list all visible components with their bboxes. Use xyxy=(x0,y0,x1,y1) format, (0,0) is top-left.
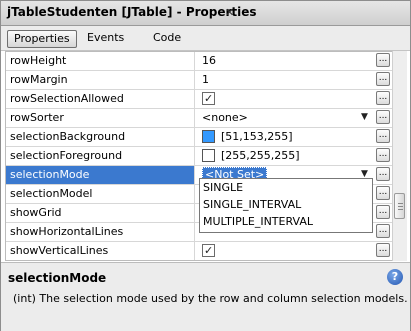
ellipsis-button[interactable]: ... xyxy=(376,167,390,181)
property-row-showverticallines[interactable]: showVerticalLines ✓ ... xyxy=(6,242,393,260)
close-icon[interactable]: ✕ xyxy=(225,6,234,19)
ellipsis-button[interactable]: ... xyxy=(376,224,390,238)
tab-code[interactable]: Code xyxy=(147,30,187,46)
property-name: rowMargin xyxy=(6,71,195,89)
ellipsis-button[interactable]: ... xyxy=(376,91,390,105)
property-value[interactable]: <none> xyxy=(196,109,372,127)
property-value[interactable]: [51,153,255] xyxy=(196,128,372,146)
property-name: rowSelectionAllowed xyxy=(6,90,195,108)
chevron-down-icon[interactable]: ▼ xyxy=(361,112,368,122)
grip-line xyxy=(398,203,403,204)
property-name: showGrid xyxy=(6,204,195,222)
checkbox[interactable]: ✓ xyxy=(202,91,215,105)
property-name: selectionBackground xyxy=(6,128,195,146)
property-row-rowmargin[interactable]: rowMargin 1 ... xyxy=(6,71,393,90)
color-swatch xyxy=(202,129,215,143)
property-name: selectionModel xyxy=(6,185,195,203)
window-title: jTableStudenten [JTable] - Properties xyxy=(7,5,257,19)
property-row-rowheight[interactable]: rowHeight 16 ... xyxy=(6,52,393,71)
ellipsis-button[interactable]: ... xyxy=(376,110,390,124)
dropdown-option-multiple-interval[interactable]: MULTIPLE_INTERVAL xyxy=(200,213,372,230)
property-value: ✓ xyxy=(196,90,372,108)
checkbox[interactable]: ✓ xyxy=(202,243,215,257)
property-value[interactable]: 16 xyxy=(196,52,372,70)
property-row-selectionbackground[interactable]: selectionBackground [51,153,255] ... xyxy=(6,128,393,147)
vertical-scrollbar[interactable] xyxy=(392,51,407,261)
ellipsis-button[interactable]: ... xyxy=(376,243,390,257)
tab-bar: Properties Events Code xyxy=(1,26,410,51)
grip-line xyxy=(398,209,403,210)
dropdown-option-single[interactable]: SINGLE xyxy=(200,179,372,196)
ellipsis-button[interactable]: ... xyxy=(376,205,390,219)
property-value[interactable]: [255,255,255] xyxy=(196,147,372,165)
property-name: rowHeight xyxy=(6,52,195,70)
property-row-selectionforeground[interactable]: selectionForeground [255,255,255] ... xyxy=(6,147,393,166)
ellipsis-button[interactable]: ... xyxy=(376,72,390,86)
tab-properties[interactable]: Properties xyxy=(7,30,77,48)
color-value: [255,255,255] xyxy=(221,149,300,162)
property-name: rowSorter xyxy=(6,109,195,127)
checkmark-icon: ✓ xyxy=(204,243,214,257)
description-panel: selectionMode (int) The selection mode u… xyxy=(1,262,410,331)
description-title: selectionMode xyxy=(8,271,107,285)
checkmark-icon: ✓ xyxy=(204,91,214,105)
dropdown-option-single-interval[interactable]: SINGLE_INTERVAL xyxy=(200,196,372,213)
ellipsis-button[interactable]: ... xyxy=(376,186,390,200)
help-icon[interactable]: ? xyxy=(387,269,403,285)
color-value: [51,153,255] xyxy=(221,130,293,143)
title-bar: jTableStudenten [JTable] - Properties ✕ xyxy=(1,1,410,26)
selection-mode-dropdown: SINGLE SINGLE_INTERVAL MULTIPLE_INTERVAL xyxy=(199,178,373,233)
scrollbar-thumb[interactable] xyxy=(394,193,405,219)
ellipsis-button[interactable]: ... xyxy=(376,129,390,143)
property-row-rowsorter[interactable]: rowSorter <none> ▼ ... xyxy=(6,109,393,128)
ellipsis-button[interactable]: ... xyxy=(376,148,390,162)
color-swatch xyxy=(202,148,215,162)
description-text: (int) The selection mode used by the row… xyxy=(13,292,408,305)
property-value: ✓ xyxy=(196,242,372,260)
property-name: selectionMode xyxy=(6,166,195,184)
property-value[interactable]: 1 xyxy=(196,71,372,89)
properties-window: jTableStudenten [JTable] - Properties ✕ … xyxy=(0,0,411,331)
property-name: showVerticalLines xyxy=(6,242,195,260)
property-name: showHorizontalLines xyxy=(6,223,195,241)
ellipsis-button[interactable]: ... xyxy=(376,53,390,67)
property-row-rowselectionallowed[interactable]: rowSelectionAllowed ✓ ... xyxy=(6,90,393,109)
grip-line xyxy=(398,206,403,207)
property-name: selectionForeground xyxy=(6,147,195,165)
tab-events[interactable]: Events xyxy=(81,30,130,46)
